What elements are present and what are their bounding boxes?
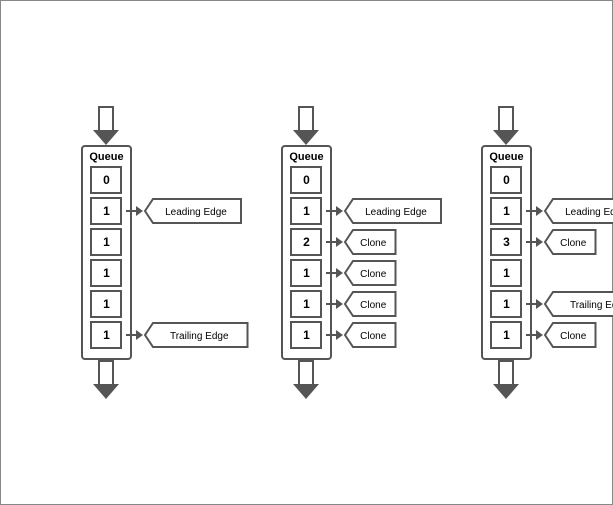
arrow-tip bbox=[136, 330, 143, 340]
svg-text:Clone: Clone bbox=[361, 331, 388, 342]
arrow-tip bbox=[336, 330, 343, 340]
queue-cell: 1 bbox=[290, 197, 322, 225]
pentagon-label: Clone bbox=[543, 322, 598, 348]
arrow-tip bbox=[336, 268, 343, 278]
cell-row: 1Clone bbox=[490, 321, 522, 349]
cell-row: 1Clone bbox=[290, 321, 322, 349]
pentagon-label: Leading Edge bbox=[343, 198, 443, 224]
label-connector: Trailing Edge bbox=[126, 322, 250, 348]
queue-cell: 1 bbox=[290, 290, 322, 318]
queue-cell: 1 bbox=[90, 259, 122, 287]
cell-row: 1Trailing Edge bbox=[90, 321, 122, 349]
cell-row: 1 bbox=[90, 228, 122, 256]
pentagon-label: Clone bbox=[343, 291, 398, 317]
label-connector: Clone bbox=[326, 260, 398, 286]
queue-label: Queue bbox=[289, 151, 323, 163]
queue-cell: 1 bbox=[90, 321, 122, 349]
arrow-out bbox=[293, 360, 319, 399]
queue-box: Queue01Leading Edge3Clone11Trailing Edge… bbox=[481, 145, 531, 360]
cell-row: 1 bbox=[90, 290, 122, 318]
arrow-tip bbox=[336, 237, 343, 247]
arrow-tip bbox=[536, 330, 543, 340]
label-connector: Trailing Edge bbox=[526, 291, 613, 317]
cell-row: 1 bbox=[490, 259, 522, 287]
label-connector: Clone bbox=[526, 229, 598, 255]
arrow-tip bbox=[536, 206, 543, 216]
label-connector: Clone bbox=[326, 322, 398, 348]
cell-row: 1Leading Edge bbox=[290, 197, 322, 225]
svg-text:Trailing Edge: Trailing Edge bbox=[570, 300, 613, 311]
cell-row: 0 bbox=[490, 166, 522, 194]
svg-text:Leading Edge: Leading Edge bbox=[566, 207, 613, 218]
queue-cell: 1 bbox=[490, 290, 522, 318]
queue-cell: 2 bbox=[290, 228, 322, 256]
queue-label: Queue bbox=[89, 151, 123, 163]
cell-row: 3Clone bbox=[490, 228, 522, 256]
pentagon-label: Leading Edge bbox=[543, 198, 613, 224]
label-connector: Clone bbox=[326, 291, 398, 317]
svg-text:Leading Edge: Leading Edge bbox=[166, 207, 228, 218]
arrow-tip bbox=[536, 237, 543, 247]
pentagon-label: Clone bbox=[343, 322, 398, 348]
queue-cell: 1 bbox=[290, 259, 322, 287]
queue-label: Queue bbox=[489, 151, 523, 163]
queue-cell: 1 bbox=[490, 197, 522, 225]
queue-cell: 0 bbox=[290, 166, 322, 194]
arrow-tip bbox=[336, 299, 343, 309]
queue-cell: 0 bbox=[490, 166, 522, 194]
label-connector: Leading Edge bbox=[326, 198, 443, 224]
cell-row: 0 bbox=[90, 166, 122, 194]
queue-diagram-1: Queue01Leading Edge1111Trailing Edge bbox=[81, 106, 131, 399]
svg-text:Clone: Clone bbox=[361, 238, 388, 249]
queue-cell: 1 bbox=[90, 228, 122, 256]
queue-cell: 0 bbox=[90, 166, 122, 194]
queue-cell: 1 bbox=[490, 259, 522, 287]
arrow-in bbox=[93, 106, 119, 145]
label-connector: Leading Edge bbox=[126, 198, 243, 224]
cell-row: 1Trailing Edge bbox=[490, 290, 522, 318]
queue-diagram-2: Queue 0 1Leading Edge 2Clone 1Clone 1Clone 1Cl… bbox=[281, 106, 331, 399]
svg-text:Clone: Clone bbox=[361, 269, 388, 280]
cell-row: 1Clone bbox=[290, 290, 322, 318]
pentagon-label: Clone bbox=[343, 229, 398, 255]
cell-row: 1 bbox=[90, 259, 122, 287]
svg-text:Clone: Clone bbox=[361, 300, 388, 311]
svg-text:Trailing Edge: Trailing Edge bbox=[170, 331, 229, 342]
arrow-out bbox=[93, 360, 119, 399]
pentagon-label: Trailing Edge bbox=[543, 291, 613, 317]
arrow-in bbox=[293, 106, 319, 145]
diagram-container: Queue01Leading Edge1111Trailing Edge Que… bbox=[7, 96, 607, 409]
label-connector: Leading Edge bbox=[526, 198, 613, 224]
arrow-out bbox=[493, 360, 519, 399]
queue-cell: 3 bbox=[490, 228, 522, 256]
arrow-tip bbox=[136, 206, 143, 216]
pentagon-label: Leading Edge bbox=[143, 198, 243, 224]
pentagon-label: Clone bbox=[343, 260, 398, 286]
queue-cell: 1 bbox=[90, 197, 122, 225]
queue-cell: 1 bbox=[90, 290, 122, 318]
cell-row: 1Clone bbox=[290, 259, 322, 287]
queue-diagram-3: Queue01Leading Edge3Clone11Trailing Edge… bbox=[481, 106, 531, 399]
queue-cell: 1 bbox=[290, 321, 322, 349]
arrow-in bbox=[493, 106, 519, 145]
queue-box: Queue01Leading Edge1111Trailing Edge bbox=[81, 145, 131, 360]
label-connector: Clone bbox=[326, 229, 398, 255]
pentagon-label: Trailing Edge bbox=[143, 322, 250, 348]
cell-row: 1Leading Edge bbox=[490, 197, 522, 225]
cell-row: 1Leading Edge bbox=[90, 197, 122, 225]
svg-text:Clone: Clone bbox=[561, 331, 588, 342]
cell-row: 2Clone bbox=[290, 228, 322, 256]
svg-text:Leading Edge: Leading Edge bbox=[366, 207, 428, 218]
queue-cell: 1 bbox=[490, 321, 522, 349]
arrow-tip bbox=[536, 299, 543, 309]
queue-box: Queue 0 1Leading Edge 2Clone 1Clone 1Clone 1Cl… bbox=[281, 145, 331, 360]
arrow-tip bbox=[336, 206, 343, 216]
cell-row: 0 bbox=[290, 166, 322, 194]
svg-text:Clone: Clone bbox=[561, 238, 588, 249]
label-connector: Clone bbox=[526, 322, 598, 348]
pentagon-label: Clone bbox=[543, 229, 598, 255]
